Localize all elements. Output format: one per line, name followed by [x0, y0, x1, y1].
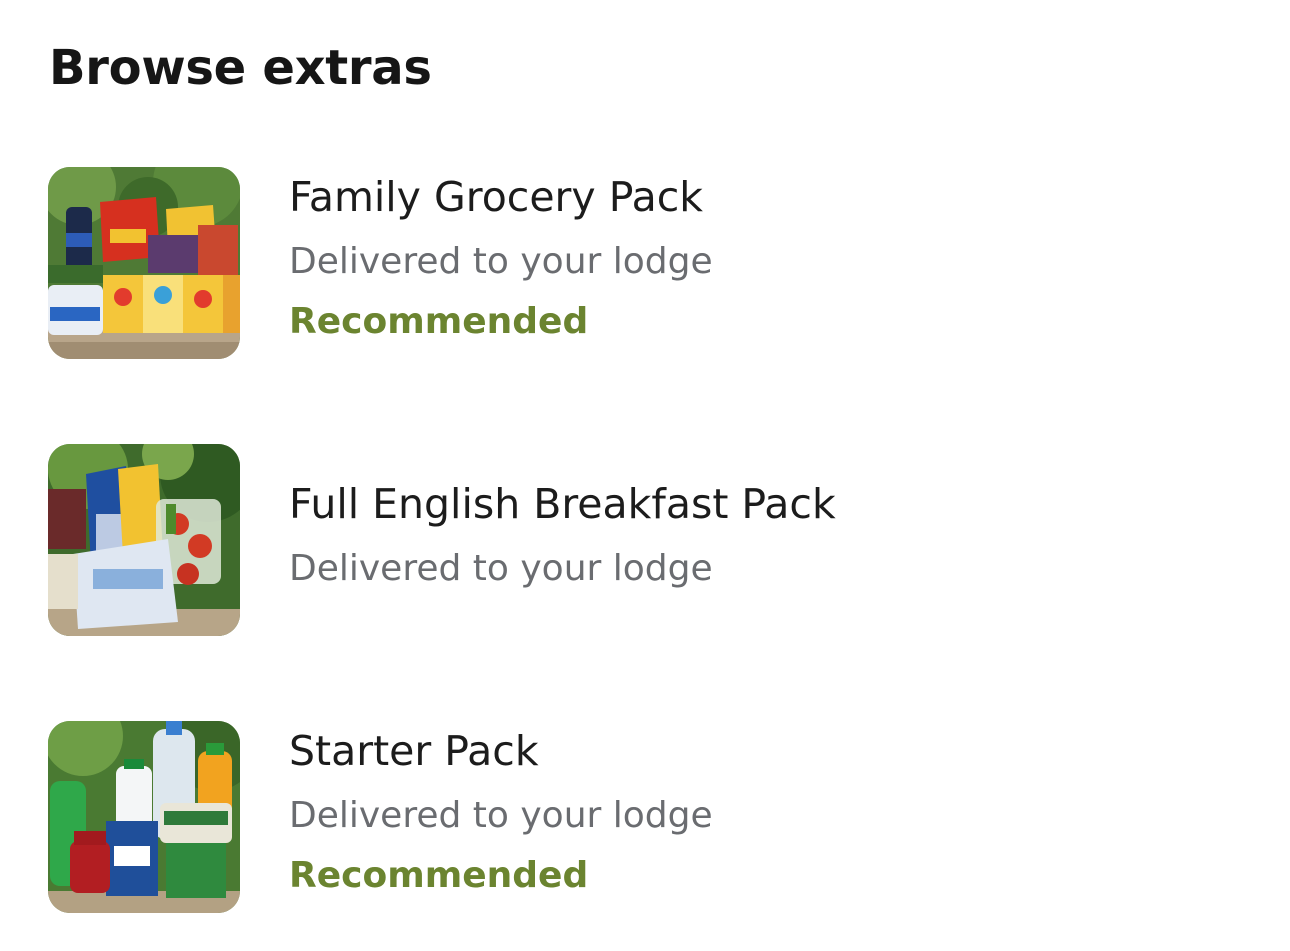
full-english-breakfast-pack-image: [48, 444, 240, 636]
extra-item-title: Family Grocery Pack: [289, 173, 703, 221]
extra-item-subtitle: Delivered to your lodge: [289, 548, 713, 589]
extra-item-title: Full English Breakfast Pack: [289, 480, 836, 528]
page-title: Browse extras: [49, 40, 432, 96]
extra-item-starter-pack[interactable]: Starter Pack Delivered to your lodge Rec…: [48, 721, 1048, 913]
recommended-badge: Recommended: [289, 855, 589, 896]
extra-item-title: Starter Pack: [289, 727, 539, 775]
starter-pack-image: [48, 721, 240, 913]
extra-item-full-english-breakfast-pack[interactable]: Full English Breakfast Pack Delivered to…: [48, 444, 1048, 636]
extra-item-subtitle: Delivered to your lodge: [289, 795, 713, 836]
extra-item-family-grocery-pack[interactable]: Family Grocery Pack Delivered to your lo…: [48, 167, 1048, 359]
extra-item-subtitle: Delivered to your lodge: [289, 241, 713, 282]
recommended-badge: Recommended: [289, 301, 589, 342]
family-grocery-pack-image: [48, 167, 240, 359]
